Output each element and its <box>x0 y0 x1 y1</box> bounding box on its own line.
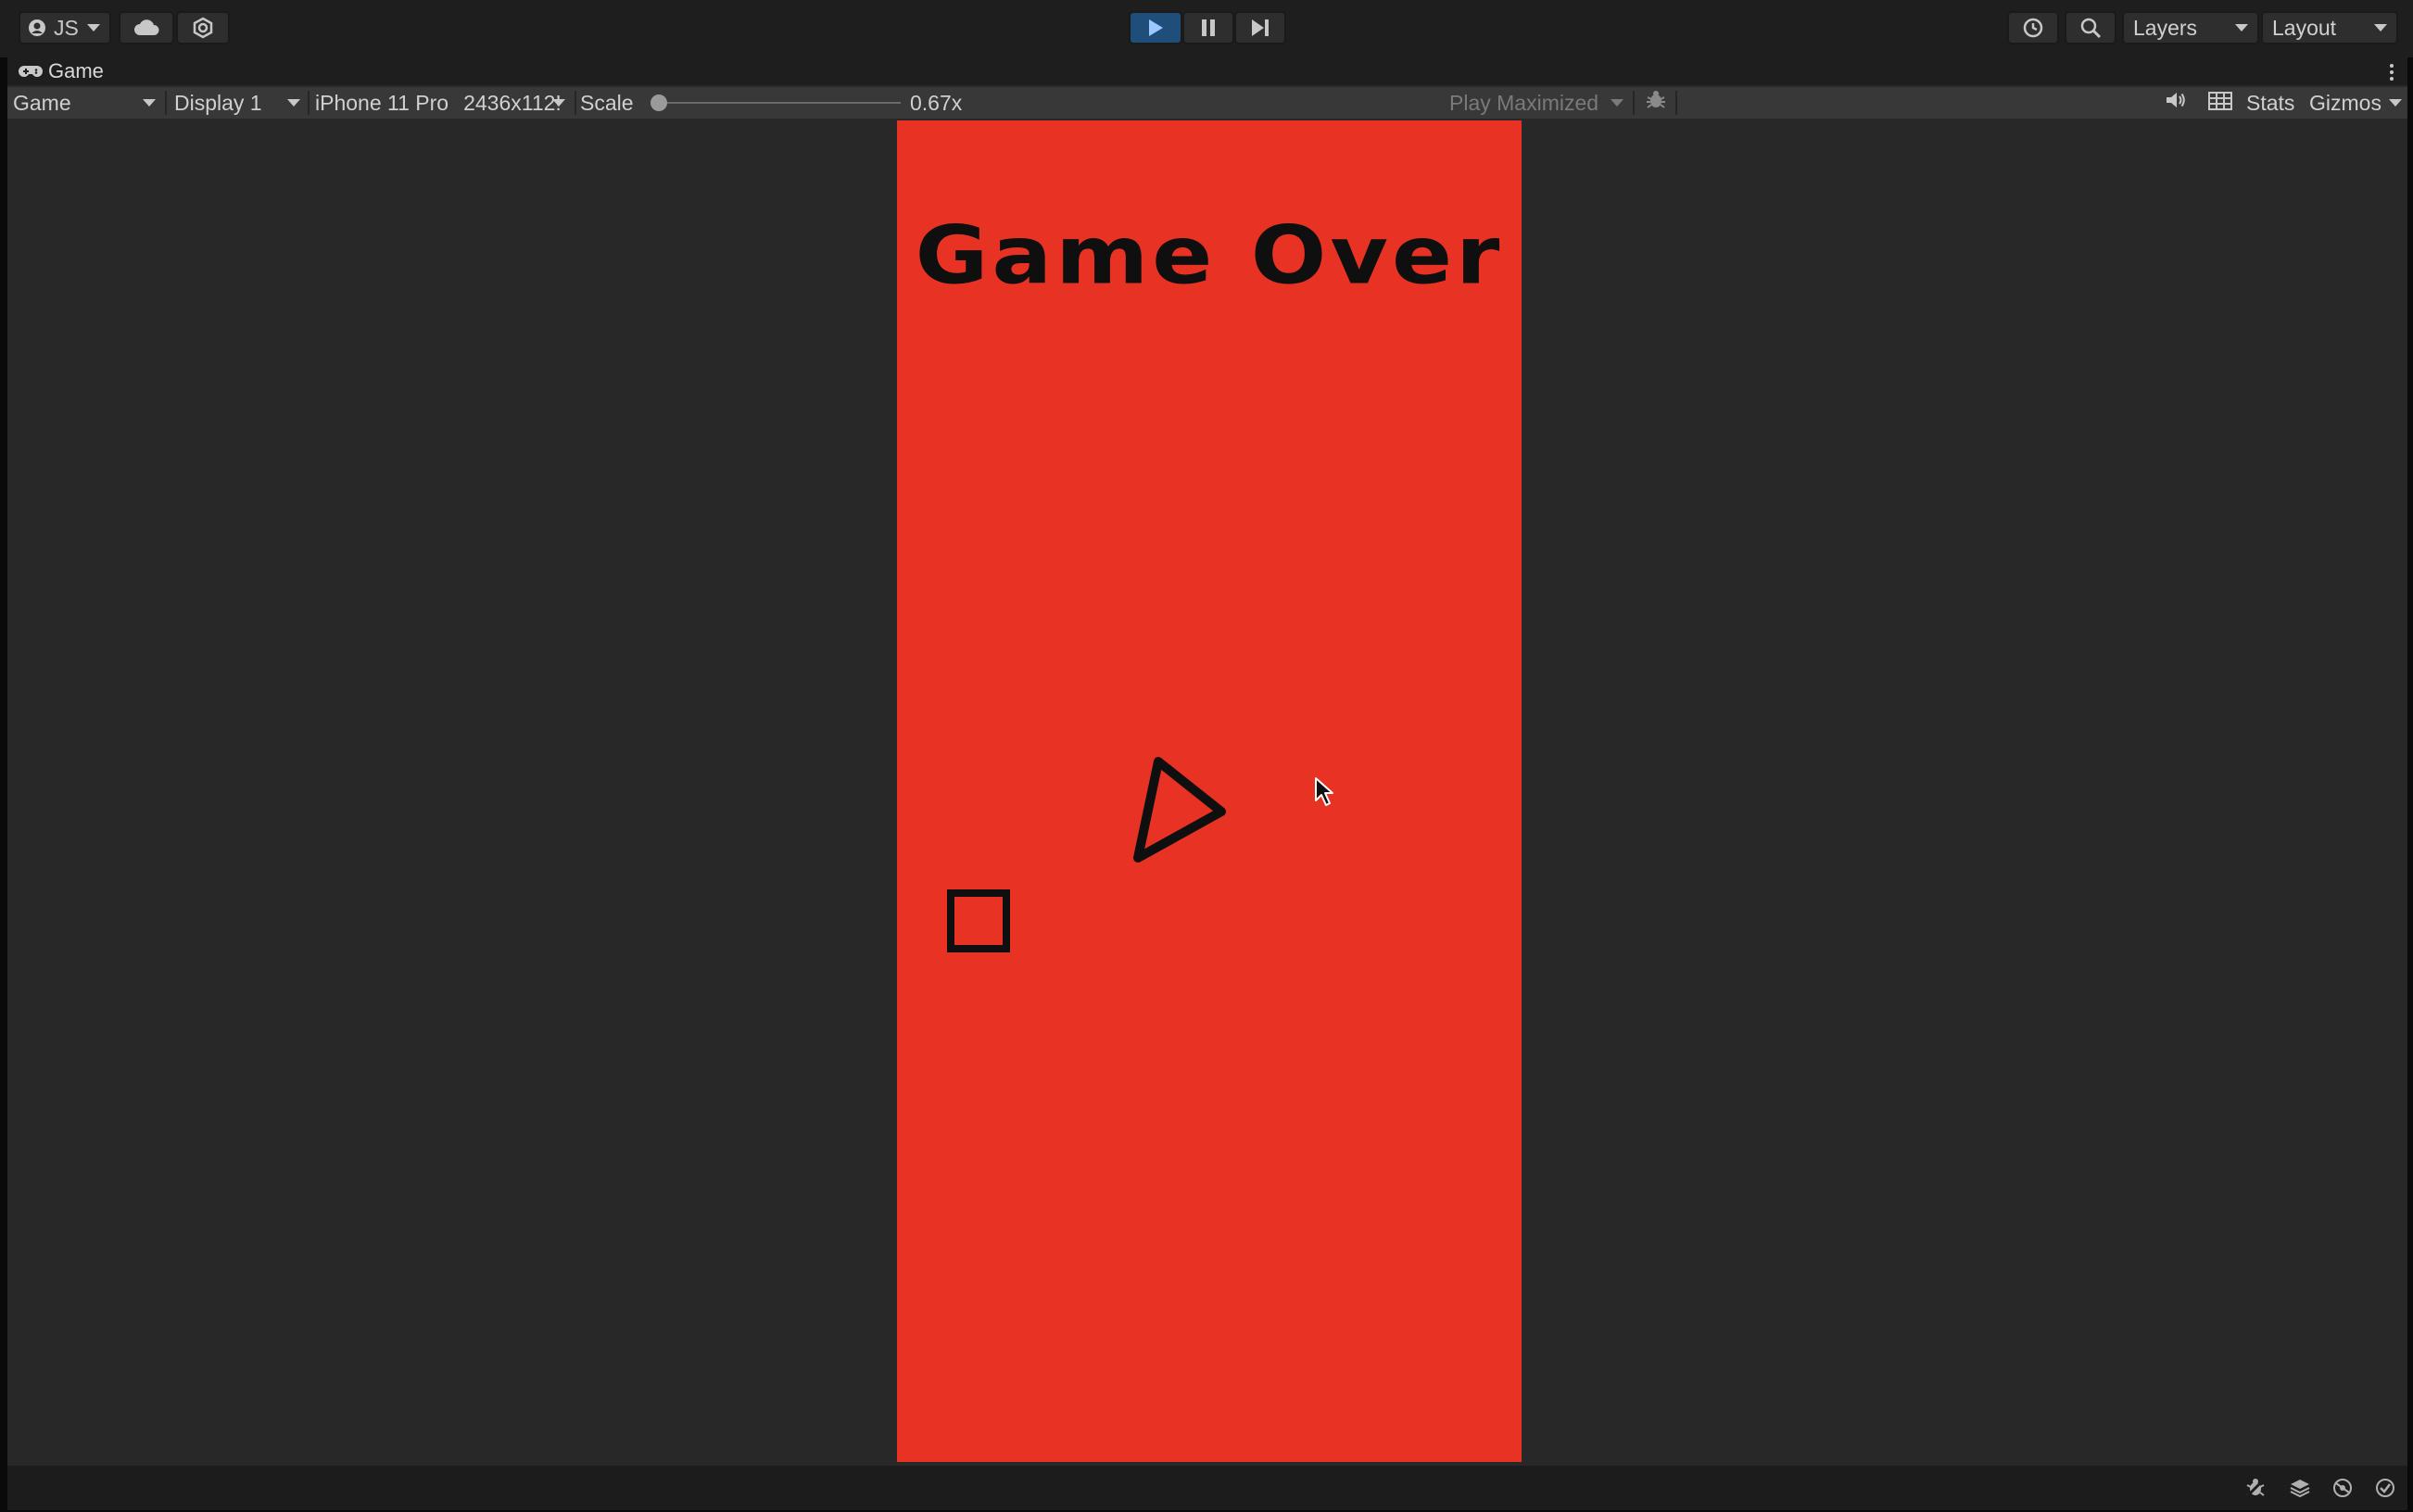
debug-status-icon[interactable] <box>2242 1475 2268 1501</box>
cursor-icon <box>1315 777 1333 806</box>
game-view-toolbar: Game Display 1 iPhone 11 Pro 2436x112! S… <box>7 87 2407 119</box>
pause-button[interactable] <box>1182 11 1234 44</box>
audio-icon <box>2165 90 2187 116</box>
main-toolbar: JS Layers Layout <box>0 0 2413 57</box>
stats-label: Stats <box>2246 90 2295 115</box>
step-button[interactable] <box>1234 11 1286 44</box>
separator <box>1633 91 1635 115</box>
grid-icon <box>2208 91 2232 116</box>
mute-audio-button[interactable] <box>2157 87 2194 119</box>
separator <box>575 91 576 115</box>
layers-stack-icon[interactable] <box>2287 1475 2313 1501</box>
layers-dropdown[interactable]: Layers <box>2122 11 2259 44</box>
bug-icon <box>1645 89 1667 117</box>
kebab-icon[interactable] <box>2389 61 2394 83</box>
gamepad-icon <box>19 64 43 79</box>
separator <box>1675 91 1677 115</box>
network-icon[interactable] <box>2330 1475 2356 1501</box>
cloud-button[interactable] <box>119 11 174 44</box>
scale-label: Scale <box>580 87 634 119</box>
game-viewport[interactable]: Game Over <box>7 120 2407 1462</box>
play-mode-dropdown[interactable]: Play Maximized <box>1449 87 1629 119</box>
search-button[interactable] <box>2065 11 2116 44</box>
history-button[interactable] <box>2007 11 2059 44</box>
chevron-down-icon <box>2389 99 2402 107</box>
account-icon <box>28 19 46 37</box>
step-icon <box>1250 19 1270 37</box>
chevron-down-icon <box>287 99 300 107</box>
play-button[interactable] <box>1129 11 1182 44</box>
play-icon <box>1146 18 1165 38</box>
pause-icon <box>1200 19 1217 37</box>
scale-value: 0.67x <box>910 87 962 119</box>
scale-slider-thumb[interactable] <box>651 94 667 111</box>
play-mode-label: Play Maximized <box>1449 90 1599 115</box>
chevron-down-icon <box>143 99 156 107</box>
search-icon <box>2079 17 2102 39</box>
scale-text: Scale <box>580 90 634 115</box>
chevron-down-icon <box>2235 24 2248 32</box>
account-dropdown[interactable]: JS <box>19 11 111 44</box>
layout-label: Layout <box>2272 15 2337 40</box>
game-screen[interactable]: Game Over <box>897 120 1522 1462</box>
history-icon <box>2022 17 2044 39</box>
layers-label: Layers <box>2133 15 2198 40</box>
status-bar <box>7 1466 2407 1510</box>
check-circle-icon[interactable] <box>2372 1475 2398 1501</box>
collab-settings-button[interactable] <box>176 11 230 44</box>
tab-game[interactable]: Game <box>7 57 120 85</box>
frame-debugger-button[interactable] <box>2202 87 2239 119</box>
chevron-down-icon <box>1611 99 1623 107</box>
tab-label: Game <box>48 59 104 82</box>
chevron-down-icon <box>2374 24 2387 32</box>
cloud-icon <box>133 19 159 37</box>
gizmos-label: Gizmos <box>2309 90 2381 115</box>
view-mode-dropdown[interactable]: Game <box>13 87 161 119</box>
scale-value-text: 0.67x <box>910 90 963 115</box>
account-label: JS <box>54 15 79 40</box>
stop-square-icon[interactable] <box>943 886 1014 956</box>
play-again-icon[interactable] <box>1129 754 1231 863</box>
chevron-down-icon <box>552 99 565 107</box>
resolution-label: 2436x112! <box>463 90 562 115</box>
debug-button[interactable] <box>1640 87 1672 119</box>
gizmos-dropdown[interactable]: Gizmos <box>2309 87 2407 119</box>
game-window: Game Game Display 1 iPhone 11 Pro 2436x1… <box>7 57 2407 1510</box>
game-over-title: Game Over <box>915 208 1504 303</box>
separator <box>165 91 167 115</box>
view-mode-label: Game <box>13 90 71 115</box>
settings-icon <box>192 17 214 39</box>
stats-button[interactable]: Stats <box>2246 87 2294 119</box>
scale-slider-track[interactable] <box>656 102 901 104</box>
resolution-dropdown[interactable]: iPhone 11 Pro 2436x112! <box>308 87 571 119</box>
display-dropdown[interactable]: Display 1 <box>174 87 306 119</box>
tab-bar: Game <box>7 57 2407 85</box>
device-label: iPhone 11 Pro <box>315 90 449 115</box>
chevron-down-icon <box>87 24 100 32</box>
layout-dropdown[interactable]: Layout <box>2261 11 2398 44</box>
display-label: Display 1 <box>174 90 262 115</box>
